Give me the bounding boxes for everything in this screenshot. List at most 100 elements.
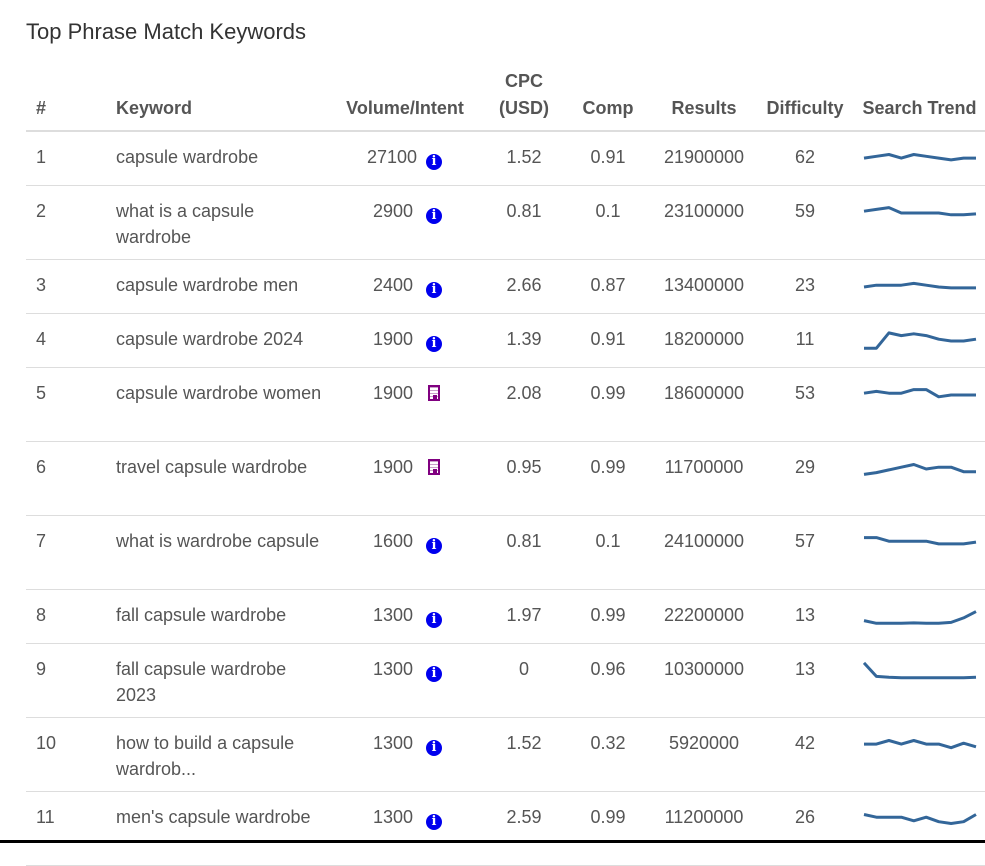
keyword-link[interactable]: men's capsule wardrobe: [112, 791, 326, 866]
comp-value: 0.32: [564, 717, 652, 792]
volume-intent-cell: 1300 i: [326, 717, 484, 792]
search-trend-sparkline: [863, 388, 976, 399]
search-trend-sparkline: [864, 536, 977, 546]
keyword-link[interactable]: travel capsule wardrobe: [112, 441, 326, 516]
volume-intent-cell: 1900 i: [326, 313, 484, 368]
trend-line: [863, 463, 976, 476]
search-trend-sparkline: [863, 281, 976, 290]
table-row[interactable]: 5 capsule wardrobe women 1900 2.08 0.99 18600…: [26, 367, 985, 442]
difficulty-value: 42: [756, 717, 854, 792]
search-volume: 1900: [372, 457, 413, 477]
trend-line: [864, 739, 977, 750]
cpc-value: 1.97: [484, 589, 564, 644]
col-header-results[interactable]: Results: [652, 64, 756, 132]
table-row[interactable]: 9 fall capsule wardrobe 2023 1300 i 0 0.96 103…: [26, 643, 985, 718]
building-icon[interactable]: [428, 385, 440, 401]
row-number: 10: [26, 717, 112, 792]
info-icon[interactable]: i: [426, 612, 442, 628]
col-header-comp[interactable]: Comp: [564, 64, 652, 132]
col-header-keyword[interactable]: Keyword: [112, 64, 326, 132]
difficulty-value: 23: [756, 259, 854, 314]
info-icon[interactable]: i: [426, 538, 442, 554]
comp-value: 0.99: [564, 791, 652, 866]
info-icon[interactable]: i: [426, 282, 442, 298]
difficulty-value: 13: [756, 643, 854, 718]
table-header-row: # Keyword Volume/Intent CPC (USD) Comp Re…: [26, 64, 985, 132]
info-icon[interactable]: i: [426, 814, 442, 830]
info-icon[interactable]: i: [426, 666, 442, 682]
difficulty-value: 29: [756, 441, 854, 516]
search-trend-cell: [854, 515, 985, 590]
table-row[interactable]: 6 travel capsule wardrobe 1900 0.95 0.99 1170…: [26, 441, 985, 516]
search-volume: 1900: [372, 383, 413, 403]
cpc-value: 0.95: [484, 441, 564, 516]
trend-line: [863, 206, 977, 217]
col-header-cpc[interactable]: CPC (USD): [484, 64, 564, 132]
table-row[interactable]: 10 how to build a capsule wardrob... 1300 i…: [26, 717, 985, 792]
trend-line: [862, 661, 977, 680]
row-number: 1: [26, 131, 112, 186]
search-volume: 2900: [372, 201, 413, 221]
volume-intent-cell: 1900: [326, 367, 484, 442]
search-volume: 1300: [372, 807, 413, 827]
row-number: 7: [26, 515, 112, 590]
info-icon[interactable]: i: [426, 740, 442, 756]
keyword-link[interactable]: fall capsule wardrobe 2023: [112, 643, 326, 718]
building-icon[interactable]: [428, 459, 440, 475]
difficulty-value: 13: [756, 589, 854, 644]
keyword-link[interactable]: what is wardrobe capsule: [112, 515, 326, 590]
row-number: 9: [26, 643, 112, 718]
cpc-value: 1.52: [484, 131, 564, 186]
col-header-volume-intent[interactable]: Volume/Intent: [326, 64, 484, 132]
search-trend-cell: [854, 717, 985, 792]
keyword-link[interactable]: fall capsule wardrobe: [112, 589, 326, 644]
trend-line: [864, 331, 977, 350]
keyword-link[interactable]: capsule wardrobe men: [112, 259, 326, 314]
search-trend-sparkline: [863, 463, 976, 476]
table-row[interactable]: 2 what is a capsule wardrobe 2900 i 0.81 0.1 2…: [26, 185, 985, 260]
volume-intent-cell: 1300 i: [326, 643, 484, 718]
results-value: 21900000: [652, 131, 756, 186]
difficulty-value: 53: [756, 367, 854, 442]
section-title: Top Phrase Match Keywords: [26, 19, 307, 44]
table-row[interactable]: 4 capsule wardrobe 2024 1900 i 1.39 0.91 18200…: [26, 313, 985, 368]
volume-intent-cell: 1300 i: [326, 589, 484, 644]
info-icon[interactable]: i: [426, 154, 442, 170]
volume-intent-cell: 1300 i: [326, 791, 484, 866]
col-header-search-trend[interactable]: Search Trend: [854, 64, 985, 132]
info-icon[interactable]: i: [426, 208, 442, 224]
keyword-link[interactable]: capsule wardrobe 2024: [112, 313, 326, 368]
trend-line: [864, 536, 977, 546]
results-value: 11200000: [652, 791, 756, 866]
search-trend-cell: [854, 589, 985, 644]
table-row[interactable]: 7 what is wardrobe capsule 1600 i 0.81 0.1 241…: [26, 515, 985, 590]
row-number: 8: [26, 589, 112, 644]
trend-line: [863, 281, 976, 290]
table-row[interactable]: 11 men's capsule wardrobe 1300 i 2.59 0.99 112…: [26, 791, 985, 866]
col-header-number[interactable]: #: [26, 64, 112, 132]
search-trend-sparkline: [864, 331, 977, 350]
cpc-value: 2.66: [484, 259, 564, 314]
difficulty-value: 59: [756, 185, 854, 260]
col-header-difficulty[interactable]: Difficulty: [756, 64, 854, 132]
keyword-link[interactable]: what is a capsule wardrobe: [112, 185, 326, 260]
difficulty-value: 62: [756, 131, 854, 186]
keyword-link[interactable]: capsule wardrobe: [112, 131, 326, 186]
difficulty-value: 11: [756, 313, 854, 368]
row-number: 3: [26, 259, 112, 314]
keyword-link[interactable]: how to build a capsule wardrob...: [112, 717, 326, 792]
cpc-value: 1.39: [484, 313, 564, 368]
volume-intent-cell: 1900: [326, 441, 484, 516]
table-row[interactable]: 3 capsule wardrobe men 2400 i 2.66 0.87 134000…: [26, 259, 985, 314]
results-value: 24100000: [652, 515, 756, 590]
cpc-value: 2.08: [484, 367, 564, 442]
trend-line: [863, 610, 977, 625]
table-row[interactable]: 8 fall capsule wardrobe 1300 i 1.97 0.99 22200…: [26, 589, 985, 644]
cpc-value: 0: [484, 643, 564, 718]
info-icon[interactable]: i: [426, 336, 442, 352]
search-trend-sparkline: [862, 661, 977, 680]
table-row[interactable]: 1 capsule wardrobe 27100 i 1.52 0.91 21900000 6…: [26, 131, 985, 186]
trend-line: [863, 388, 976, 399]
row-number: 6: [26, 441, 112, 516]
keyword-link[interactable]: capsule wardrobe women: [112, 367, 326, 442]
